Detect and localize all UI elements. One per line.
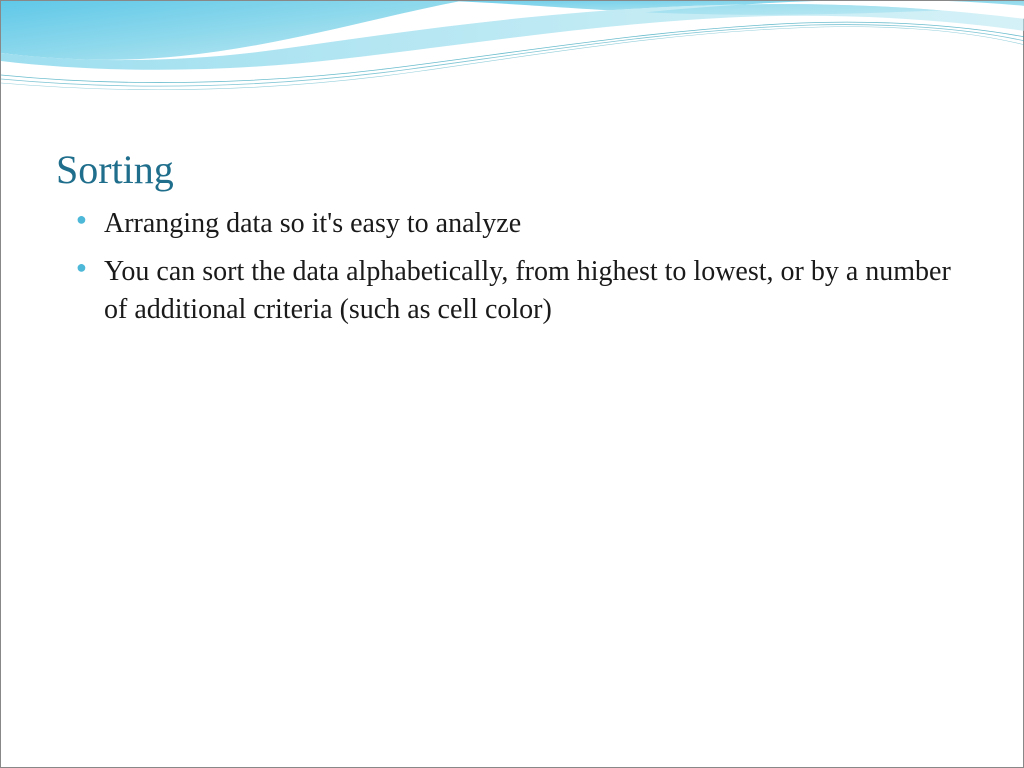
bullet-item: You can sort the data alphabetically, fr… [76,253,963,329]
wave-graphic [1,1,1024,141]
slide-header-decoration [1,1,1024,141]
slide-content: Sorting Arranging data so it's easy to a… [56,146,963,338]
bullet-item: Arranging data so it's easy to analyze [76,205,963,243]
slide-title: Sorting [56,146,963,193]
bullet-list: Arranging data so it's easy to analyze Y… [56,205,963,328]
